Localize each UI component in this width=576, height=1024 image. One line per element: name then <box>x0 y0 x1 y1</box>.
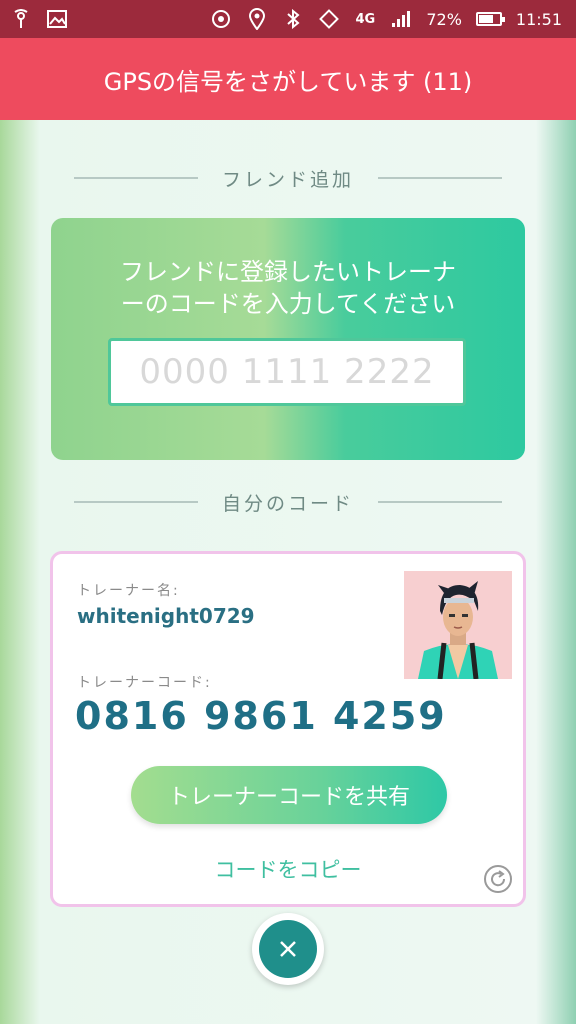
trainer-code: 0816 9861 4259 <box>75 694 447 738</box>
my-code-card: トレーナー名: whitenight0729 トレーナーコード: 0816 98… <box>50 551 526 907</box>
trainer-name-label: トレーナー名: <box>77 583 180 599</box>
copy-code-link[interactable]: コードをコピー <box>53 854 523 884</box>
add-friend-card: フレンドに登録したいトレーナ ーのコードを入力してください <box>51 218 525 460</box>
battery-percent: 72% <box>426 9 462 29</box>
refresh-icon[interactable] <box>483 864 513 894</box>
trainer-code-label: トレーナーコード: <box>77 675 212 691</box>
trainer-name: whitenight0729 <box>77 604 255 628</box>
status-bar: 4G 72% 11:51 <box>0 0 576 38</box>
close-button[interactable] <box>252 913 324 985</box>
friend-code-input[interactable] <box>108 338 466 406</box>
header-title: GPSの信号をさがしています (11) <box>103 67 473 96</box>
image-icon <box>46 8 68 30</box>
share-trainer-code-button[interactable]: トレーナーコードを共有 <box>131 766 447 824</box>
trainer-avatar <box>404 571 512 679</box>
network-4g-icon: 4G <box>355 11 376 27</box>
gps-icon <box>210 8 232 30</box>
close-icon <box>259 920 317 978</box>
add-friend-instruction: フレンドに登録したいトレーナ ーのコードを入力してください <box>120 258 456 318</box>
antenna-icon <box>10 8 32 30</box>
bluetooth-icon <box>282 8 304 30</box>
rotate-icon <box>318 8 340 30</box>
clock: 11:51 <box>515 9 562 29</box>
signal-icon <box>390 8 412 30</box>
my-code-section-title: 自分のコード <box>50 487 526 517</box>
battery-icon <box>475 12 505 26</box>
location-pin-icon <box>246 8 268 30</box>
add-friend-section-title: フレンド追加 <box>50 163 526 193</box>
gps-status-header: GPSの信号をさがしています (11) <box>0 38 576 120</box>
